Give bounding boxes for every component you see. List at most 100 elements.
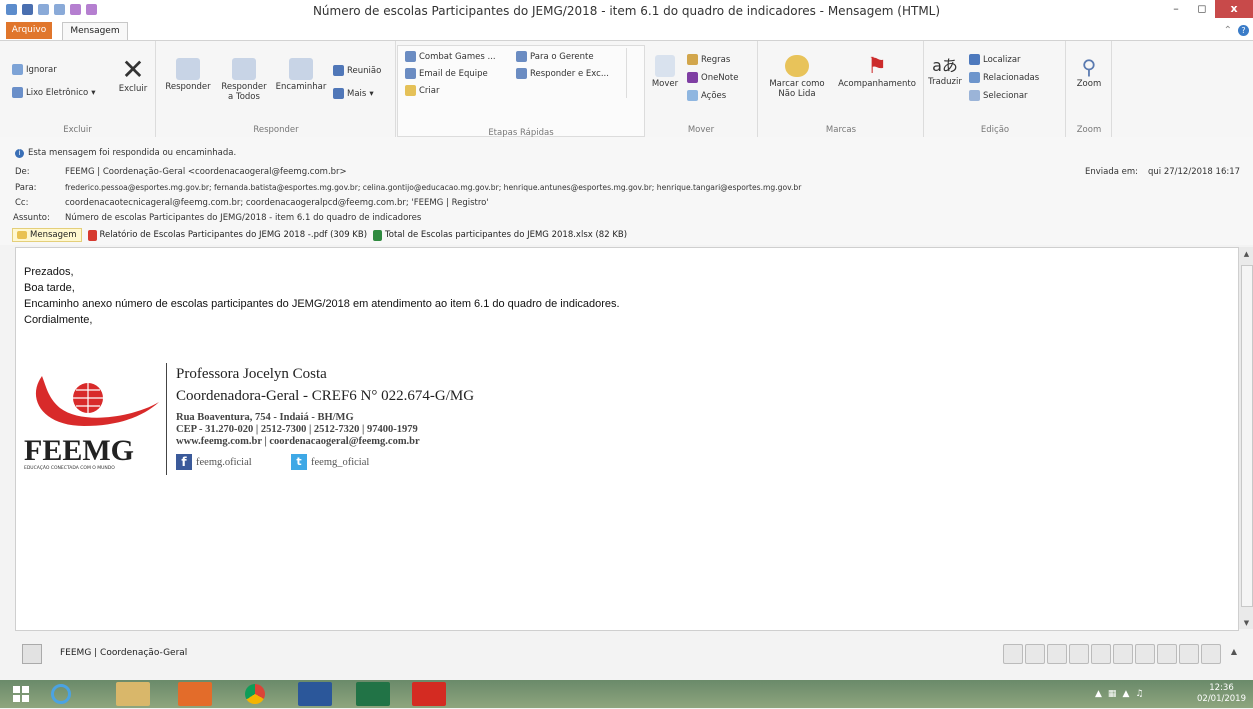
mais-button[interactable]: Mais ▾ (333, 88, 374, 99)
tray-arrow-icon[interactable]: ▲ (1095, 689, 1102, 699)
marcar-nao-lida-button[interactable]: Marcar como Não Lida (763, 55, 831, 99)
from-label: De: (15, 167, 30, 177)
envelope-icon (17, 231, 27, 239)
tab-arquivo[interactable]: Arquivo (6, 22, 52, 39)
chrome-icon[interactable] (238, 682, 272, 706)
responder-excluir-step[interactable]: Responder e Exc... (516, 68, 609, 79)
subject-label: Assunto: (13, 213, 50, 223)
vertical-scrollbar[interactable]: ▲ ▼ (1238, 247, 1253, 629)
person-icon[interactable] (1047, 644, 1067, 664)
traduzir-button[interactable]: aあ Traduzir (927, 55, 963, 87)
logo-tagline: EDUCAÇÃO CONECTADA COM O MUNDO (24, 466, 115, 471)
person-icon[interactable] (1025, 644, 1045, 664)
clock[interactable]: 12:36 02/01/2019 (1194, 683, 1249, 705)
message-attachment-tab[interactable]: Mensagem (12, 228, 82, 242)
feemg-logo: FEEMG EDUCAÇÃO CONECTADA COM O MUNDO (24, 368, 164, 471)
criar-step[interactable]: Criar (405, 85, 440, 96)
cc-value[interactable]: coordenacaotecnicageral@feemg.com.br; co… (65, 198, 489, 208)
dropdown-arrow-icon: ▾ (369, 88, 374, 99)
person-icon[interactable] (1157, 644, 1177, 664)
person-icon[interactable] (1069, 644, 1089, 664)
outlook-taskbar-icon[interactable] (178, 682, 212, 706)
localizar-button[interactable]: Localizar (969, 54, 1021, 65)
quicksteps-scroll[interactable] (626, 48, 639, 98)
scroll-up-icon[interactable]: ▲ (1239, 247, 1253, 261)
contact-avatar[interactable] (22, 644, 42, 664)
reply-icon (176, 58, 200, 80)
close-button[interactable]: x (1215, 0, 1253, 18)
people-pane-name[interactable]: FEEMG | Coordenação-Geral (60, 648, 187, 658)
email-equipe-step[interactable]: Email de Equipe (405, 68, 488, 79)
windows-logo-icon (13, 686, 29, 702)
selecionar-button[interactable]: Selecionar (969, 90, 1028, 101)
signature-web[interactable]: www.feemg.com.br | coordenacaogeral@feem… (176, 436, 420, 447)
file-explorer-icon[interactable] (116, 682, 150, 706)
acrobat-icon[interactable] (412, 682, 446, 706)
responder-todos-button[interactable]: Responder a Todos (216, 58, 272, 102)
person-icon[interactable] (1179, 644, 1199, 664)
onenote-button[interactable]: OneNote (687, 72, 738, 83)
people-pane: FEEMG | Coordenação-Geral ▲ (14, 641, 1239, 667)
to-value[interactable]: frederico.pessoa@esportes.mg.gov.br; fer… (65, 183, 801, 192)
junk-icon (12, 87, 23, 98)
acompanhamento-button[interactable]: ⚑ Acompanhamento (835, 55, 919, 90)
twitter-link[interactable]: t feemg_oficial (291, 454, 369, 470)
message-body[interactable]: Prezados, Boa tarde, Encaminho anexo núm… (15, 247, 1239, 631)
scroll-down-icon[interactable]: ▼ (1239, 619, 1253, 627)
people-avatars (1003, 644, 1221, 664)
body-greeting: Prezados, (24, 266, 74, 278)
person-icon[interactable] (1135, 644, 1155, 664)
excel-taskbar-icon[interactable] (356, 682, 390, 706)
pdf-icon (87, 229, 97, 241)
ignorar-button[interactable]: Ignorar (12, 64, 57, 75)
mover-button[interactable]: Mover (648, 55, 682, 89)
signal-icon[interactable]: ▲ (1122, 689, 1129, 699)
zoom-button[interactable]: ⚲ Zoom (1071, 55, 1107, 89)
network-icon[interactable]: ▦ (1108, 689, 1117, 699)
person-icon[interactable] (1113, 644, 1133, 664)
start-button[interactable] (6, 682, 36, 706)
excluir-button[interactable]: ✕ Excluir (114, 56, 152, 95)
quickstep-icon (405, 51, 416, 62)
word-icon[interactable] (298, 682, 332, 706)
binoculars-icon (969, 54, 980, 65)
actions-icon (687, 90, 698, 101)
from-value[interactable]: FEEMG | Coordenação-Geral <coordenacaoge… (65, 167, 347, 177)
person-icon[interactable] (1201, 644, 1221, 664)
taskbar: ▲ ▦ ▲ ♫ 12:36 02/01/2019 (0, 680, 1253, 708)
help-icon[interactable]: ? (1238, 25, 1249, 36)
minimize-button[interactable]: – (1163, 0, 1189, 18)
group-marcas: Marcar como Não Lida ⚑ Acompanhamento Ma… (759, 41, 924, 137)
subject-value: Número de escolas Participantes do JEMG/… (65, 213, 422, 223)
xlsx-attachment[interactable]: Total de Escolas participantes do JEMG 2… (373, 229, 627, 241)
ribbon: Ignorar Lixo Eletrônico ▾ ✕ Excluir Excl… (0, 40, 1253, 138)
minimize-ribbon-icon[interactable]: ⌃ (1224, 25, 1232, 36)
tab-mensagem[interactable]: Mensagem (62, 22, 128, 40)
combat-games-step[interactable]: Combat Games ... (405, 51, 496, 62)
regras-button[interactable]: Regras (687, 54, 730, 65)
expand-people-icon[interactable]: ▲ (1231, 647, 1237, 656)
encaminhar-button[interactable]: Encaminhar (272, 58, 330, 92)
internet-explorer-icon[interactable] (44, 682, 78, 706)
maximize-button[interactable]: ◻ (1189, 0, 1215, 18)
volume-icon[interactable]: ♫ (1135, 689, 1143, 699)
group-label-mover: Mover (687, 125, 715, 135)
acoes-button[interactable]: Ações (687, 90, 726, 101)
to-label: Para: (15, 183, 37, 193)
facebook-link[interactable]: f feemg.oficial (176, 454, 252, 470)
body-closing: Cordialmente, (24, 314, 93, 326)
para-gerente-step[interactable]: Para o Gerente (516, 51, 594, 62)
calendar-icon (333, 65, 344, 76)
excel-icon (373, 229, 383, 241)
attachments-row: Mensagem Relatório de Escolas Participan… (12, 228, 627, 242)
reuniao-button[interactable]: Reunião (333, 65, 381, 76)
onenote-icon (687, 72, 698, 83)
responder-button[interactable]: Responder (160, 58, 216, 92)
signature-address: Rua Boaventura, 754 - Indaiá - BH/MG (176, 412, 354, 423)
person-icon[interactable] (1091, 644, 1111, 664)
scroll-thumb[interactable] (1241, 265, 1253, 607)
person-icon[interactable] (1003, 644, 1023, 664)
lixo-eletronico-button[interactable]: Lixo Eletrônico ▾ (12, 87, 95, 98)
relacionadas-button[interactable]: Relacionadas (969, 72, 1039, 83)
pdf-attachment[interactable]: Relatório de Escolas Participantes do JE… (87, 229, 367, 241)
